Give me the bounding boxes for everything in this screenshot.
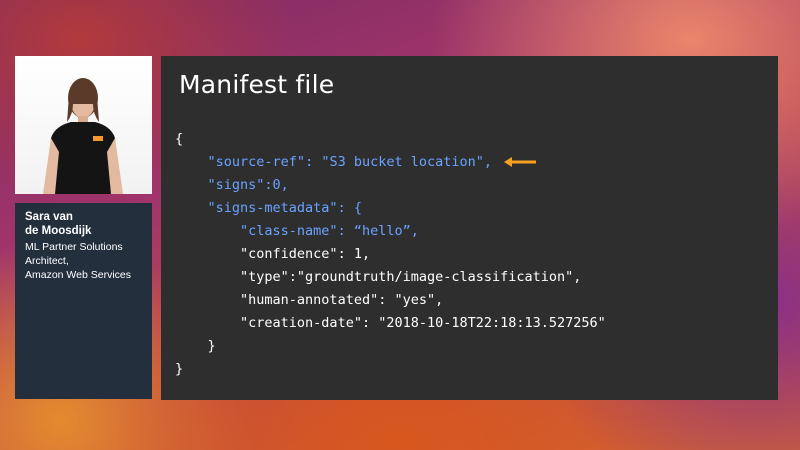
code-line: "source-ref": "S3 bucket location",: [175, 151, 606, 174]
code-key: "signs-metadata": [207, 200, 338, 216]
code-line: "class-name": “hello”,: [175, 220, 606, 243]
code-line: "creation-date": "2018-10-18T22:18:13.52…: [175, 312, 606, 335]
speaker-video: [15, 56, 152, 194]
code-text: : "S3 bucket location",: [305, 154, 492, 170]
code-text: "human-annotated": "yes",: [240, 292, 444, 308]
code-text: {: [175, 131, 184, 147]
speaker-name-line2: de Moosdijk: [25, 225, 92, 237]
speaker-title: ML Partner Solutions Architect, Amazon W…: [25, 240, 142, 282]
speaker-silhouette: [43, 78, 123, 194]
code-text: :0,: [264, 177, 289, 193]
code-text: "creation-date": "2018-10-18T22:18:13.52…: [240, 315, 606, 331]
code-line: }: [175, 358, 606, 381]
code-line: "signs":0,: [175, 174, 606, 197]
code-text: }: [175, 361, 184, 377]
code-line: "type":"groundtruth/image-classification…: [175, 266, 606, 289]
speaker-name: Sara van de Moosdijk: [25, 210, 142, 238]
code-text: : “hello”,: [337, 223, 419, 239]
code-text: : {: [337, 200, 362, 216]
code-text: "type":"groundtruth/image-classification…: [240, 269, 582, 285]
code-line: {: [175, 128, 606, 151]
code-text: }: [207, 338, 216, 354]
left-arrow-icon: [504, 157, 536, 167]
code-line: "confidence": 1,: [175, 243, 606, 266]
speaker-title-line2: Architect,: [25, 255, 69, 267]
code-text: "confidence": 1,: [240, 246, 371, 262]
slide-title: Manifest file: [179, 70, 335, 99]
code-key: "source-ref": [207, 154, 306, 170]
speaker-title-line3: Amazon Web Services: [25, 269, 132, 281]
speaker-info-card: Sara van de Moosdijk ML Partner Solution…: [15, 203, 152, 399]
code-line: "human-annotated": "yes",: [175, 289, 606, 312]
code-line: "signs-metadata": {: [175, 197, 606, 220]
code-line: }: [175, 335, 606, 358]
code-key: "signs": [207, 177, 265, 193]
code-block: { "source-ref": "S3 bucket location", "s…: [175, 128, 606, 381]
code-key: "class-name": [240, 223, 338, 239]
speaker-title-line1: ML Partner Solutions: [25, 241, 123, 253]
presentation-slide: Manifest file { "source-ref": "S3 bucket…: [161, 56, 778, 400]
speaker-name-line1: Sara van: [25, 211, 73, 223]
